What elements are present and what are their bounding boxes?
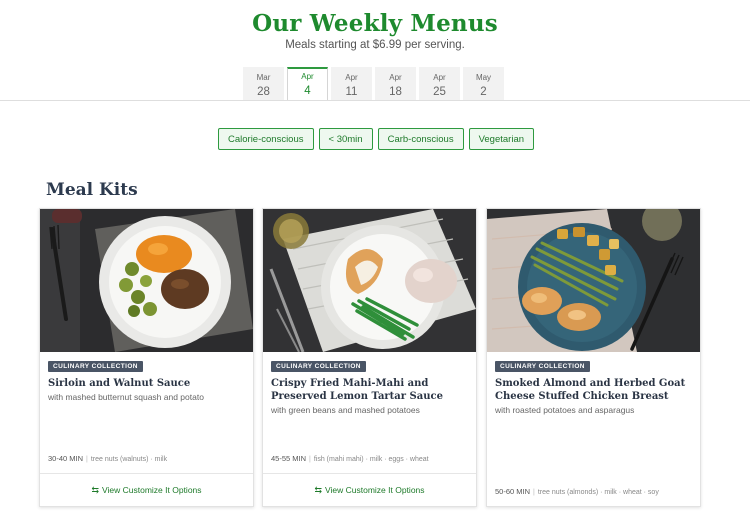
meal-title[interactable]: Sirloin and Walnut Sauce [48, 377, 245, 390]
filter-under-30-min[interactable]: < 30min [318, 128, 373, 150]
page-header: Our Weekly Menus Meals starting at $6.99… [0, 0, 750, 52]
page-title: Our Weekly Menus [252, 10, 498, 37]
meal-card[interactable]: CULINARY COLLECTION Sirloin and Walnut S… [39, 208, 254, 507]
date-tab-month: Apr [433, 73, 446, 82]
collection-badge: CULINARY COLLECTION [495, 361, 590, 372]
page-subtitle: Meals starting at $6.99 per serving. [285, 39, 465, 51]
card-divider [263, 473, 476, 474]
swap-arrows-icon: ⇆ [314, 485, 322, 495]
meal-description: with mashed butternut squash and potato [48, 392, 204, 402]
week-date-tabs: Mar 28 Apr 4 Apr 11 Apr 18 Apr 25 May 2 [243, 67, 504, 101]
meal-photo[interactable] [263, 209, 476, 352]
date-tab-day: 4 [304, 85, 311, 97]
collection-badge: CULINARY COLLECTION [271, 361, 366, 372]
section-title: Meal Kits [46, 180, 138, 200]
filter-bar: Calorie-conscious < 30min Carb-conscious… [218, 128, 535, 150]
date-tab-month: Apr [389, 73, 402, 82]
card-divider [40, 473, 253, 474]
meta-separator: | [533, 489, 535, 496]
meal-meta: 50-60 MIN | tree nuts (almonds) · milk · w… [495, 487, 659, 496]
customize-options-link[interactable]: ⇆ View Customize It Options [263, 485, 476, 496]
filter-carb-conscious[interactable]: Carb-conscious [377, 128, 464, 150]
date-tab-month: Apr [301, 72, 314, 81]
allergens: fish (mahi mahi) · milk · eggs · wheat [313, 456, 429, 463]
meal-description: with roasted potatoes and asparagus [495, 405, 635, 415]
date-tab-month: Apr [345, 73, 358, 82]
meal-photo[interactable] [487, 209, 700, 352]
cook-time: 50-60 MIN [495, 487, 531, 496]
date-tab-apr-18[interactable]: Apr 18 [375, 67, 416, 100]
date-tab-day: 18 [389, 86, 402, 98]
date-tab-may-2[interactable]: May 2 [463, 67, 504, 100]
tabs-divider [0, 100, 750, 101]
date-tab-day: 28 [257, 86, 270, 98]
cook-time: 30-40 MIN [48, 454, 84, 463]
swap-arrows-icon: ⇆ [91, 485, 99, 495]
meal-card[interactable]: CULINARY COLLECTION Crispy Fried Mahi-Ma… [262, 208, 477, 507]
date-tab-mar-28[interactable]: Mar 28 [243, 67, 284, 100]
meal-title[interactable]: Smoked Almond and Herbed Goat Cheese Stu… [495, 377, 692, 403]
customize-options-label: View Customize It Options [102, 485, 202, 495]
date-tab-day: 2 [480, 86, 487, 98]
meta-separator: | [86, 456, 88, 463]
date-tab-apr-25[interactable]: Apr 25 [419, 67, 460, 100]
meal-meta: 30-40 MIN | tree nuts (walnuts) · milk [48, 454, 167, 463]
meal-description: with green beans and mashed potatoes [271, 405, 420, 415]
meta-separator: | [309, 456, 311, 463]
meal-title[interactable]: Crispy Fried Mahi-Mahi and Preserved Lem… [271, 377, 468, 403]
allergens: tree nuts (walnuts) · milk [90, 456, 168, 463]
customize-options-label: View Customize It Options [325, 485, 425, 495]
date-tab-day: 11 [345, 86, 358, 98]
meal-meta: 45-55 MIN | fish (mahi mahi) · milk · eggs… [271, 454, 429, 463]
date-tab-day: 25 [433, 86, 446, 98]
date-tab-month: May [475, 73, 492, 82]
date-tab-month: Mar [256, 73, 271, 82]
date-tab-apr-4[interactable]: Apr 4 [287, 67, 328, 101]
filter-calorie-conscious[interactable]: Calorie-conscious [218, 128, 314, 150]
meal-photo[interactable] [40, 209, 253, 352]
allergens: tree nuts (almonds) · milk · wheat · soy [537, 489, 659, 496]
customize-options-link[interactable]: ⇆ View Customize It Options [40, 485, 253, 496]
cook-time: 45-55 MIN [271, 454, 307, 463]
filter-vegetarian[interactable]: Vegetarian [468, 128, 535, 150]
meal-card[interactable]: CULINARY COLLECTION Smoked Almond and He… [486, 208, 701, 507]
date-tab-apr-11[interactable]: Apr 11 [331, 67, 372, 100]
collection-badge: CULINARY COLLECTION [48, 361, 143, 372]
